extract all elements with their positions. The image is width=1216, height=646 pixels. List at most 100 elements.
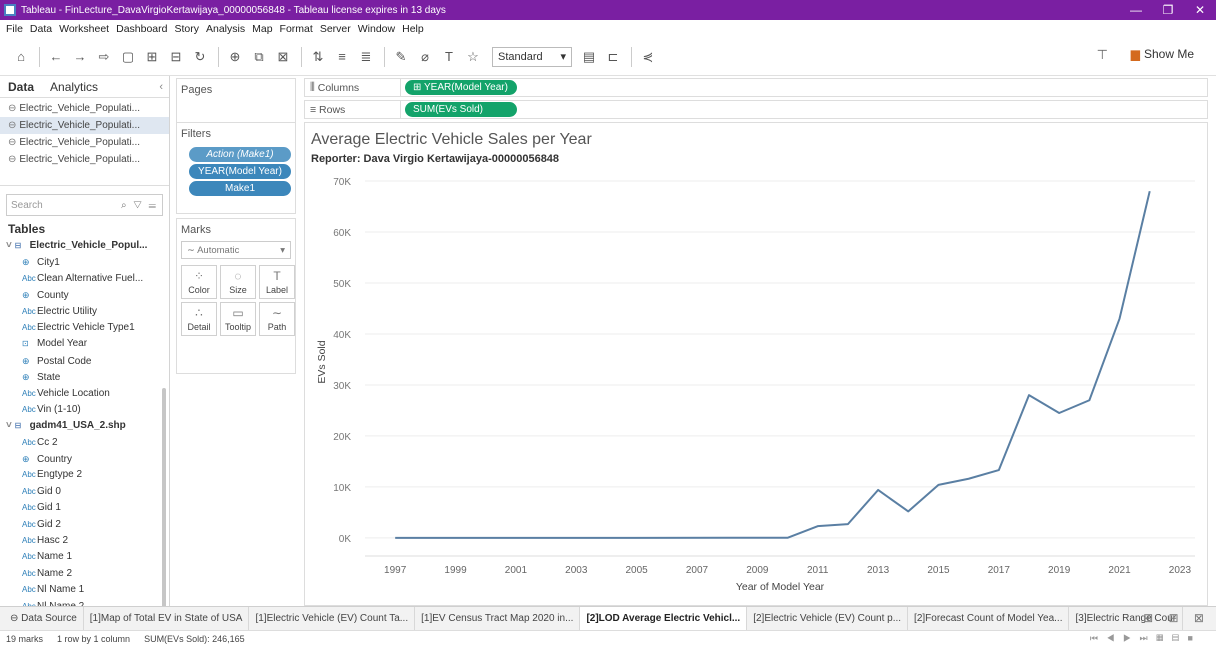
field-item[interactable]: AbcEngtype 2 xyxy=(0,467,169,483)
field-item[interactable]: AbcVehicle Location xyxy=(0,386,169,402)
line-chart[interactable]: 0K 10K 20K 30K 40K 50K 60K 70K 1997 1999 2001 2003 2… xyxy=(305,123,1209,607)
share-icon[interactable]: ⋞ xyxy=(637,46,659,68)
datasource-item[interactable]: ⊖ Electric_Vehicle_Populati... xyxy=(0,100,169,117)
sheet-tab[interactable]: [1]Map of Total EV in State of USA xyxy=(84,606,250,631)
sheet-tab[interactable]: [1]EV Census Tract Map 2020 in... xyxy=(415,606,581,631)
datasource-item[interactable]: ⊖ Electric_Vehicle_Populati... xyxy=(0,117,169,134)
datasource-item[interactable]: ⊖ Electric_Vehicle_Populati... xyxy=(0,151,169,168)
columns-pill-year[interactable]: ⊞ YEAR(Model Year) xyxy=(405,80,517,95)
menu-worksheet[interactable]: Worksheet xyxy=(59,23,109,35)
redo-icon[interactable]: → xyxy=(69,46,91,68)
filter-pill-action-make[interactable]: Action (Make1) xyxy=(189,147,291,162)
menu-file[interactable]: File xyxy=(6,23,23,35)
collapse-icon[interactable]: ‹ xyxy=(159,81,163,93)
datasource-item[interactable]: ⊖ Electric_Vehicle_Populati... xyxy=(0,134,169,151)
fit-dropdown[interactable]: Standard ▾ xyxy=(492,46,572,67)
field-item[interactable]: ⊡ Model Year xyxy=(0,336,169,352)
data-source-tab[interactable]: ⊖ Data Source xyxy=(0,606,84,631)
marks-path-button[interactable]: ∼ Path xyxy=(259,302,295,336)
pages-card[interactable]: Pages xyxy=(176,78,296,124)
field-item[interactable]: ⊕ Postal Code xyxy=(0,353,169,369)
group-icon[interactable]: ⌀ xyxy=(414,46,436,68)
field-item[interactable]: AbcNl Name 1 xyxy=(0,582,169,598)
menu-help[interactable]: Help xyxy=(402,23,424,35)
minimize-icon[interactable]: — xyxy=(1120,3,1152,17)
chevron-down-icon[interactable]: ˅ xyxy=(6,240,15,251)
field-item[interactable]: AbcElectric Utility xyxy=(0,304,169,320)
sheet-tab[interactable]: [2]Forecast Count of Model Yea... xyxy=(908,606,1070,631)
show-me-button[interactable]: ▆ Show Me xyxy=(1131,47,1194,61)
worksheet-view[interactable]: 0K 10K 20K 30K 40K 50K 60K 70K 1997 1999 2001 2003 2… xyxy=(304,122,1208,606)
replay-icon[interactable]: ⇨ xyxy=(93,46,115,68)
restore-icon[interactable]: ❐ xyxy=(1152,3,1184,17)
sheet-tab[interactable]: [1]Electric Vehicle (EV) Count Ta... xyxy=(249,606,416,631)
field-label: City1 xyxy=(37,257,60,269)
sheet-nav-icons[interactable]: ⏮ ◀ ▶ ⏭ ▦ ▤ ■ xyxy=(1090,633,1196,644)
menu-window[interactable]: Window xyxy=(358,23,395,35)
filter-pill-make[interactable]: Make1 xyxy=(189,181,291,196)
marks-detail-button[interactable]: ∴ Detail xyxy=(181,302,217,336)
pause-updates-icon[interactable]: ⊟ xyxy=(165,46,187,68)
field-item[interactable]: AbcName 2 xyxy=(0,566,169,582)
filter-pill-model-year[interactable]: YEAR(Model Year) xyxy=(189,164,291,179)
table-node[interactable]: ˅ ⊟ Electric_Vehicle_Popul... xyxy=(0,238,169,254)
refresh-icon[interactable]: ↻ xyxy=(189,46,211,68)
field-item[interactable]: AbcElectric Vehicle Type1 xyxy=(0,320,169,336)
field-item[interactable]: ⊕ Country xyxy=(0,451,169,467)
field-item[interactable]: AbcCc 2 xyxy=(0,435,169,451)
field-item[interactable]: AbcHasc 2 xyxy=(0,533,169,549)
rows-pill-evs-sold[interactable]: SUM(EVs Sold) xyxy=(405,102,517,117)
save-icon[interactable]: ▢ xyxy=(117,46,139,68)
abc-field-icon: Abc xyxy=(22,536,36,546)
field-item[interactable]: AbcName 1 xyxy=(0,549,169,565)
show-cards-icon[interactable]: ▤ xyxy=(578,46,600,68)
field-item[interactable]: AbcVin (1-10) xyxy=(0,402,169,418)
menu-data[interactable]: Data xyxy=(30,23,52,35)
tab-analytics[interactable]: Analytics xyxy=(42,80,106,94)
field-item[interactable]: AbcGid 2 xyxy=(0,517,169,533)
tab-data[interactable]: Data xyxy=(0,80,42,94)
search-filter-icons[interactable]: ⌕ ▽ ☰ xyxy=(121,200,158,211)
chevron-down-icon[interactable]: ˅ xyxy=(6,420,15,431)
home-icon[interactable]: ⌂ xyxy=(10,46,32,68)
marks-color-button[interactable]: ⁘ Color xyxy=(181,265,217,299)
field-item[interactable]: ⊕ State xyxy=(0,369,169,385)
presentation-mode-icon[interactable]: ⊤ xyxy=(1097,47,1108,63)
menu-dashboard[interactable]: Dashboard xyxy=(116,23,167,35)
sheet-tab[interactable]: [2]LOD Average Electric Vehicl... xyxy=(580,606,748,631)
sort-descending-icon[interactable]: ≣ xyxy=(355,46,377,68)
swap-icon[interactable]: ⇅ xyxy=(307,46,329,68)
mark-buttons: ⁘ Color ◌ Size T Label ∴ Detail ▭ Tooltip ∼ Path xyxy=(181,265,295,336)
new-datasource-icon[interactable]: ⊞ xyxy=(141,46,163,68)
menu-analysis[interactable]: Analysis xyxy=(206,23,245,35)
field-item[interactable]: AbcGid 0 xyxy=(0,484,169,500)
columns-shelf[interactable]: ⫼ Columns ⊞ YEAR(Model Year) xyxy=(304,78,1208,97)
sheet-tab[interactable]: [2]Electric Vehicle (EV) Count p... xyxy=(747,606,909,631)
labels-icon[interactable]: T xyxy=(438,46,460,68)
menu-map[interactable]: Map xyxy=(252,23,272,35)
rows-shelf[interactable]: ≡ Rows SUM(EVs Sold) xyxy=(304,100,1208,119)
field-item[interactable]: ⊕ County xyxy=(0,287,169,303)
mark-type-dropdown[interactable]: ∼ Automatic ▾ xyxy=(181,241,291,259)
field-item[interactable]: AbcGid 1 xyxy=(0,500,169,516)
duplicate-sheet-icon[interactable]: ⧉ xyxy=(248,46,270,68)
new-sheet-icons[interactable]: ⊞ ⊟ ⊠ xyxy=(1143,611,1210,625)
field-search-input[interactable]: Search ⌕ ▽ ☰ xyxy=(6,194,163,216)
fix-axes-icon[interactable]: ☆ xyxy=(462,46,484,68)
marks-tooltip-button[interactable]: ▭ Tooltip xyxy=(220,302,256,336)
sort-ascending-icon[interactable]: ≡ xyxy=(331,46,353,68)
field-item[interactable]: AbcClean Alternative Fuel... xyxy=(0,271,169,287)
menu-server[interactable]: Server xyxy=(320,23,351,35)
presentation-icon[interactable]: ⊏ xyxy=(602,46,624,68)
marks-size-button[interactable]: ◌ Size xyxy=(220,265,256,299)
new-worksheet-icon[interactable]: ⊕ xyxy=(224,46,246,68)
highlight-icon[interactable]: ✎ xyxy=(390,46,412,68)
marks-label-button[interactable]: T Label xyxy=(259,265,295,299)
table-node[interactable]: ˅ ⊟ gadm41_USA_2.shp xyxy=(0,418,169,434)
menu-format[interactable]: Format xyxy=(280,23,313,35)
field-item[interactable]: ⊕ City1 xyxy=(0,254,169,270)
undo-icon[interactable]: ← xyxy=(45,46,67,68)
clear-sheet-icon[interactable]: ⊠ xyxy=(272,46,294,68)
menu-story[interactable]: Story xyxy=(174,23,199,35)
close-icon[interactable]: ✕ xyxy=(1184,3,1216,17)
